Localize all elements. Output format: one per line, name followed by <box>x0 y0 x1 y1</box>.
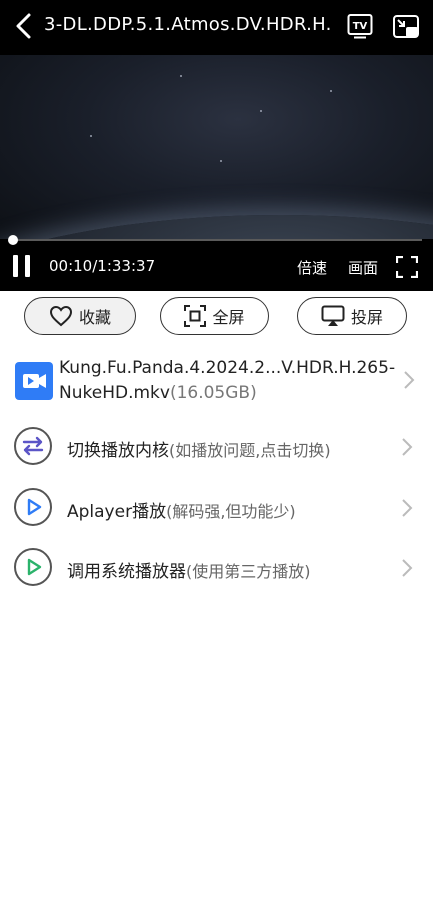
pause-icon[interactable] <box>13 255 31 277</box>
fullscreen-frame-icon <box>184 305 207 327</box>
option-row-system-player[interactable]: 调用系统播放器(使用第三方播放) <box>0 543 433 593</box>
star <box>260 110 262 112</box>
option-hint: (解码强,但功能少) <box>166 502 296 521</box>
heart-icon <box>49 305 72 327</box>
star <box>180 75 182 77</box>
chevron-left-icon[interactable] <box>12 12 36 40</box>
fullscreen-label: 全屏 <box>212 308 245 327</box>
option-hint: (如播放问题,点击切换) <box>169 441 331 460</box>
svg-text:TV: TV <box>353 21 368 32</box>
option-label: Aplayer播放(解码强,但功能少) <box>67 497 296 522</box>
play-green-icon <box>14 548 52 586</box>
option-title: 切换播放内核 <box>67 441 169 461</box>
play-blue-icon <box>14 488 52 526</box>
chevron-right-icon <box>402 499 413 517</box>
aspect-ratio-button[interactable]: 画面 <box>348 257 378 278</box>
player-top-bar: 3-DL.DDP.5.1.Atmos.DV.HDR.H.265-NukeHD.m… <box>0 0 433 55</box>
favorite-button[interactable]: 收藏 <box>24 297 136 335</box>
option-label: 切换播放内核(如播放问题,点击切换) <box>67 436 331 461</box>
video-file-icon <box>15 362 53 400</box>
file-size: (16.05GB) <box>169 383 257 403</box>
earth-horizon <box>0 215 433 239</box>
chevron-right-icon <box>402 438 413 456</box>
favorite-label: 收藏 <box>78 308 111 327</box>
cast-button[interactable]: 投屏 <box>297 297 407 335</box>
star <box>220 160 222 162</box>
picture-in-picture-icon[interactable] <box>392 13 420 41</box>
chevron-right-icon <box>404 371 415 389</box>
option-hint: (使用第三方播放) <box>186 562 311 581</box>
tv-icon[interactable]: TV <box>347 13 373 39</box>
swap-arrows-icon <box>14 427 52 465</box>
video-title: 3-DL.DDP.5.1.Atmos.DV.HDR.H.265-NukeHD.m… <box>44 14 330 35</box>
cast-screen-icon <box>321 305 345 326</box>
fullscreen-button[interactable]: 全屏 <box>160 297 269 335</box>
option-label: 调用系统播放器(使用第三方播放) <box>67 557 311 582</box>
star <box>90 135 92 137</box>
video-player[interactable]: 3-DL.DDP.5.1.Atmos.DV.HDR.H.265-NukeHD.m… <box>0 0 433 291</box>
fullscreen-icon[interactable] <box>396 256 418 278</box>
option-row-switch-core[interactable]: 切换播放内核(如播放问题,点击切换) <box>0 422 433 472</box>
progress-bar[interactable] <box>12 239 422 241</box>
playback-time: 00:10/1:33:37 <box>49 257 156 275</box>
option-title: Aplayer播放 <box>67 502 167 522</box>
star <box>330 90 332 92</box>
file-name: Kung.Fu.Panda.4.2024.2...V.HDR.H.265-Nuk… <box>59 356 404 406</box>
option-title: 调用系统播放器 <box>67 562 186 582</box>
speed-button[interactable]: 倍速 <box>297 257 327 278</box>
video-frame[interactable] <box>0 55 433 239</box>
option-row-aplayer[interactable]: Aplayer播放(解码强,但功能少) <box>0 483 433 533</box>
progress-knob[interactable] <box>8 235 18 245</box>
cast-label: 投屏 <box>350 308 383 327</box>
chevron-right-icon <box>402 559 413 577</box>
